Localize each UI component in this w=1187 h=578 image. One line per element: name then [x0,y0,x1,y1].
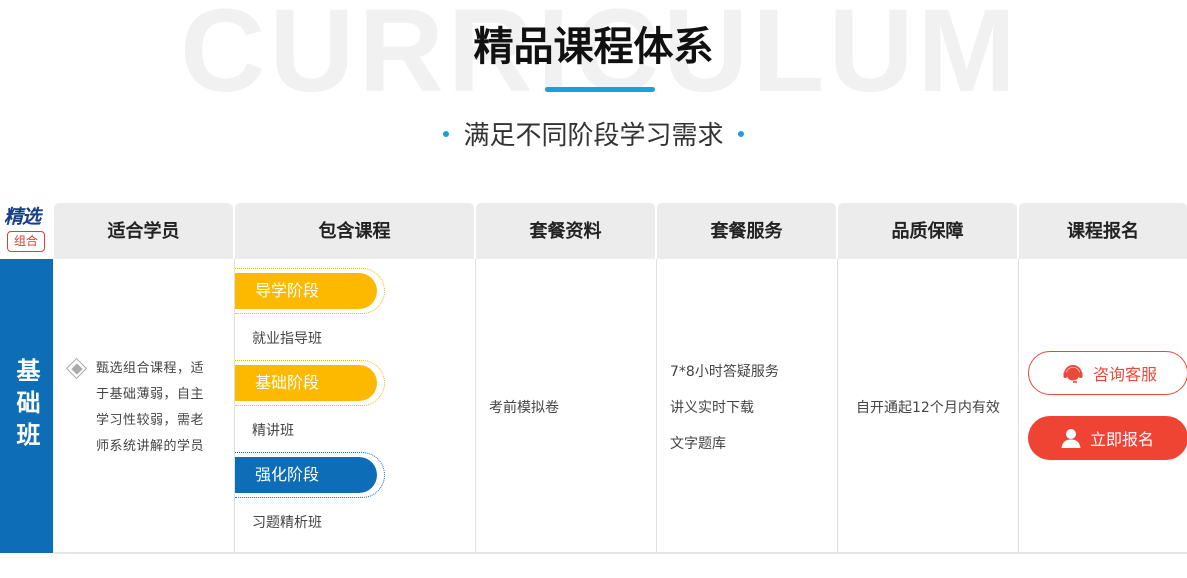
enroll-button-label: 立即报名 [1090,430,1155,449]
service-item: 7*8小时答疑服务 [670,364,779,380]
column-divider [475,259,476,553]
header-services: 套餐服务 [657,203,836,259]
stage-pill-intro: 导学阶段 [235,273,377,309]
page-subtitle: 满足不同阶段学习需求 [0,118,1187,154]
guarantee-text: 自开通起12个月内有效 [856,400,1000,416]
row-label: 基础班 [0,259,53,553]
page-title: 精品课程体系 [473,24,714,70]
column-divider [656,259,657,553]
header-guarantee: 品质保障 [838,203,1017,259]
table-bottom-border [53,552,1187,554]
headset-icon [1063,365,1083,383]
course-basic: 精讲班 [252,423,294,439]
service-item: 讲义实时下载 [670,400,754,416]
header-materials: 套餐资料 [476,203,655,259]
subtitle-dot-right [737,130,744,137]
logo-line1: 精选 [4,206,41,228]
title-underline [545,87,655,92]
diamond-icon [65,357,88,380]
course-advanced: 习题精析班 [252,515,322,531]
materials-text: 考前模拟卷 [489,400,559,416]
header-suitable: 适合学员 [54,203,233,259]
header-enroll: 课程报名 [1019,203,1187,259]
stage-pill-basic: 基础阶段 [235,365,377,401]
user-icon [1061,429,1081,448]
stage-pill-advanced: 强化阶段 [235,457,377,493]
logo-line2: 组合 [7,231,45,252]
enroll-button[interactable]: 立即报名 [1028,416,1187,460]
column-divider [837,259,838,553]
header-courses: 包含课程 [235,203,474,259]
service-item: 文字题库 [670,436,726,452]
consult-button-label: 咨询客服 [1093,365,1158,384]
column-divider [1018,259,1019,553]
course-intro: 就业指导班 [252,331,322,347]
selection-logo: 精选 组合 [4,206,50,256]
subtitle-text: 满足不同阶段学习需求 [463,121,724,151]
suitable-students-text: 甄选组合课程，适于基础薄弱，自主学习性较弱，需老师系统讲解的学员 [96,361,205,454]
subtitle-dot-left [443,130,450,137]
consult-button[interactable]: 咨询客服 [1028,351,1187,395]
